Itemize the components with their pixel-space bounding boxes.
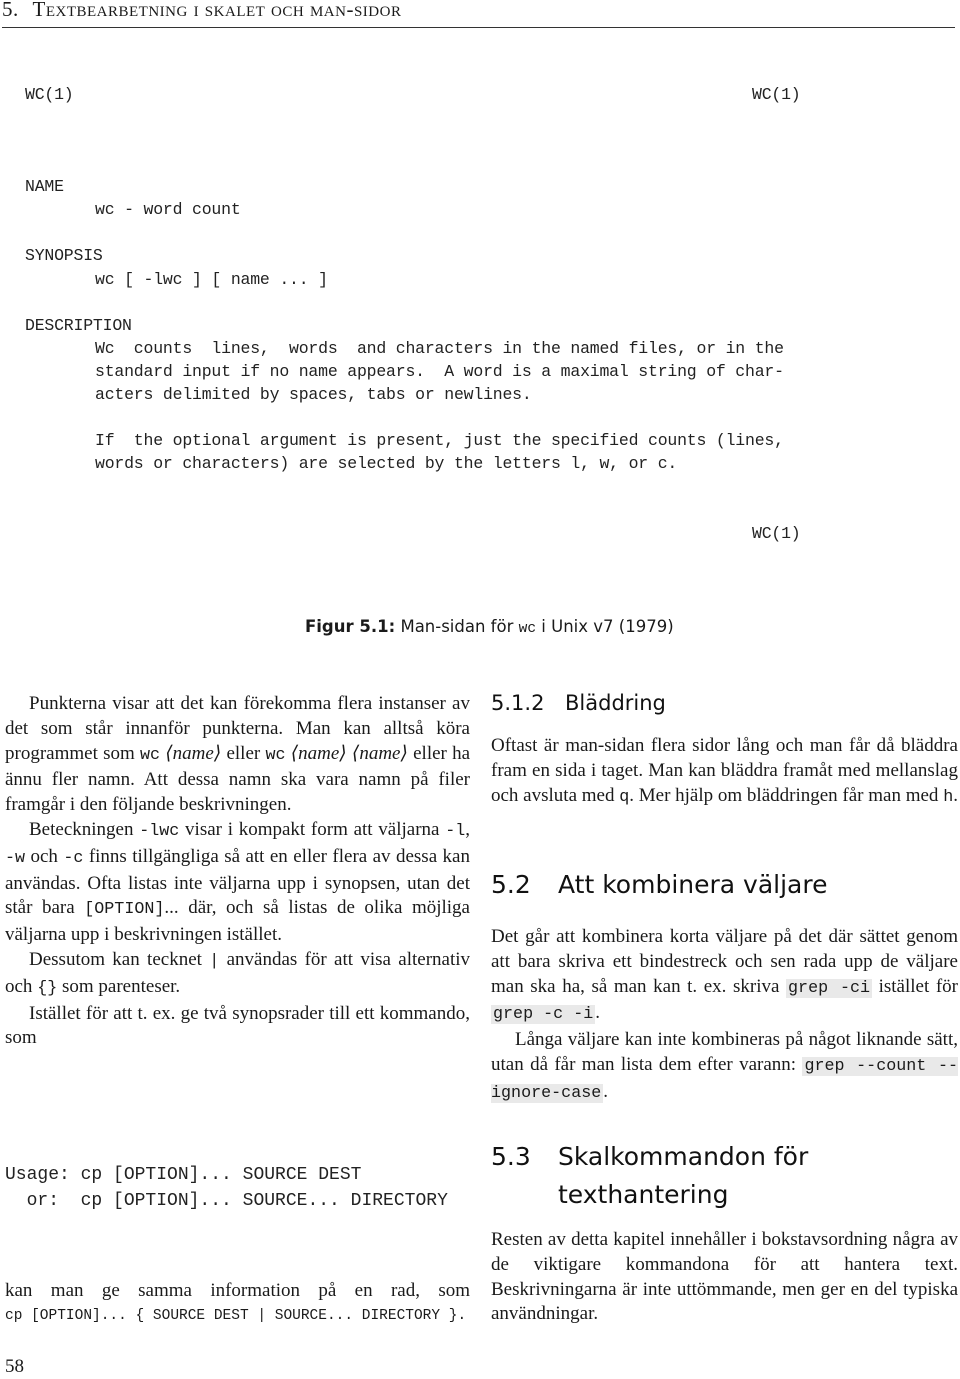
text: . Mer hjälp om bläddringen får man med [629, 784, 939, 806]
inline-code: q [619, 787, 630, 807]
inline-code: [OPTION] [84, 900, 165, 920]
usage-line: Usage: cp [OPTION]... SOURCE DEST [5, 1165, 362, 1185]
chapter-title: Textbearbetning i skalet och man-sidor [32, 0, 402, 21]
text: eller [226, 742, 261, 764]
section-number: 5.2 [491, 870, 531, 899]
inline-code: wc [139, 745, 161, 765]
text: Dessutom kan tecknet [29, 948, 202, 970]
inline-code: h [943, 787, 954, 807]
inline-code: wc [265, 745, 286, 765]
placeholder-name: ⟨name⟩ [351, 742, 408, 764]
paragraph: Långa väljare kan inte kombineras på någ… [491, 1028, 958, 1106]
figure-caption-text: i Unix v7 (1979) [541, 617, 674, 636]
figure-caption-text: Man-sidan för [400, 617, 514, 636]
section-5-1-2-body: Oftast är man-sidan flera sidor lång och… [491, 734, 958, 810]
man-header-left: WC(1) [25, 85, 74, 104]
paragraph: kan man ge samma information på en rad, … [5, 1280, 470, 1301]
placeholder-name: ⟨name⟩ [165, 742, 222, 764]
text: och [30, 845, 58, 867]
text: Beteckningen [29, 818, 134, 840]
text: . [953, 784, 958, 806]
section-title: Bläddring [565, 691, 666, 715]
man-name-text: wc - word count [95, 200, 241, 219]
man-description-line: words or characters) are selected by the… [95, 454, 678, 473]
man-description-line: If the optional argument is present, jus… [95, 431, 784, 450]
figure-caption: Figur 5.1: Man-sidan för wc i Unix v7 (1… [305, 617, 674, 637]
usage-line: or: cp [OPTION]... SOURCE... DIRECTORY [5, 1191, 448, 1211]
section-heading-5-3: 5.3 Skalkommandon för texthantering [491, 1138, 808, 1214]
inline-code: grep -ci [786, 978, 873, 998]
text: visar i kompakt form att väljarna [185, 818, 440, 840]
inline-code: -c [63, 848, 84, 868]
man-description-line: standard input if no name appears. A wor… [95, 362, 784, 381]
paragraph: Punkterna visar att det kan förekomma fl… [5, 692, 470, 818]
section-title: Skalkommandon för [558, 1142, 809, 1171]
text: ... där, och så listas de olika möjliga … [5, 897, 470, 946]
placeholder-name: ⟨name⟩ [290, 742, 347, 764]
man-header-right: WC(1) [752, 85, 801, 104]
man-synopsis-text: wc [ -lwc ] [ name ... ] [95, 270, 328, 289]
section-heading-5-1-2: 5.1.2 Bläddring [491, 691, 666, 715]
section-number: 5.1.2 [491, 691, 545, 715]
inline-code: -lwc [139, 821, 180, 841]
man-description-line: Wc counts lines, words and characters in… [95, 339, 784, 358]
section-title: Att kombinera väljare [558, 870, 828, 899]
inline-code: -l [445, 821, 466, 841]
man-synopsis-heading: SYNOPSIS [25, 246, 103, 265]
paragraph: Istället för att t. ex. ge två synopsrad… [5, 1002, 470, 1049]
section-5-3-body: Resten av detta kapitel innehåller i bok… [491, 1228, 958, 1327]
paragraph: Beteckningen -lwc visar i kompakt form a… [5, 818, 470, 948]
text: som parenteser. [62, 975, 181, 997]
man-name-heading: NAME [25, 177, 64, 196]
inline-code: grep -c -i [491, 1005, 596, 1025]
section-number: 5.3 [491, 1142, 531, 1171]
man-footer-right: WC(1) [752, 524, 801, 543]
text: , [465, 818, 471, 840]
man-description-line: acters delimited by spaces, tabs or newl… [95, 385, 532, 404]
section-heading-5-2: 5.2 Att kombinera väljare [491, 870, 827, 899]
text: istället för [878, 975, 958, 997]
running-head: 5. Textbearbetning i skalet och man-sido… [2, 0, 955, 28]
paragraph: Resten av detta kapitel innehåller i bok… [491, 1229, 958, 1325]
paragraph: Det går att kombinera korta väljare på d… [491, 925, 958, 1028]
inline-code: -w [5, 848, 26, 868]
man-description-heading: DESCRIPTION [25, 316, 132, 335]
figure-caption-label: Figur 5.1: [305, 617, 396, 636]
text: . [595, 1002, 600, 1024]
inline-code: | [209, 951, 220, 971]
text: . [603, 1080, 609, 1102]
left-column-text: Punkterna visar att det kan förekomma fl… [5, 692, 470, 1051]
left-column-continuation: kan man ge samma information på en rad, … [5, 1279, 470, 1329]
section-title: texthantering [558, 1180, 729, 1209]
paragraph: Dessutom kan tecknet | användas för att … [5, 948, 470, 1002]
inline-code-block: cp [OPTION]... { SOURCE DEST | SOURCE...… [5, 1307, 467, 1324]
paragraph: Oftast är man-sidan flera sidor lång och… [491, 734, 958, 810]
chapter-number: 5. [2, 0, 19, 21]
figure-caption-code: wc [518, 621, 537, 637]
inline-code: {} [37, 978, 58, 998]
section-5-2-body: Det går att kombinera korta väljare på d… [491, 925, 958, 1107]
page-number: 58 [5, 1356, 24, 1377]
